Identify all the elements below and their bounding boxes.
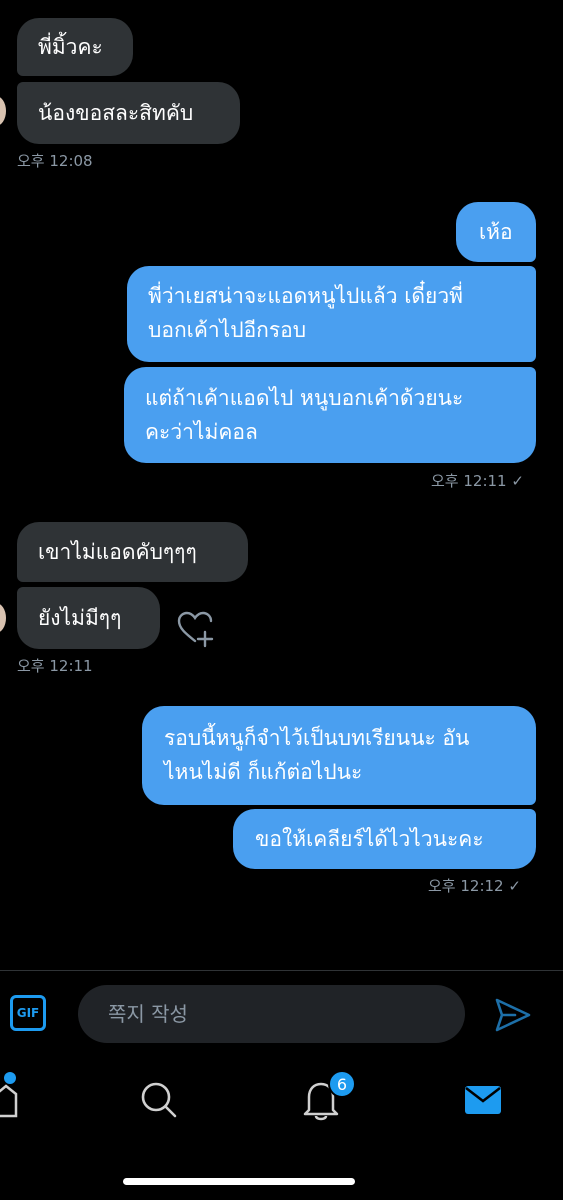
add-reaction-icon[interactable] (175, 608, 215, 648)
timestamp: 오후 12:08 (17, 152, 93, 170)
timestamp: 오후 12:12 ✓ (428, 877, 521, 895)
message-received[interactable]: ยังไม่มีๆๆ (17, 587, 160, 649)
home-indicator (123, 1178, 355, 1185)
message-line: บอกเค้าไปอีกรอบ (148, 318, 307, 342)
message-input[interactable]: 쪽지 작성 (78, 985, 465, 1043)
message-sent[interactable]: แต่ถ้าเค้าแอดไป หนูบอกเค้าด้วยนะ คะว่าไม… (124, 367, 536, 463)
home-icon[interactable] (0, 1080, 24, 1120)
gif-button[interactable]: GIF (10, 995, 46, 1031)
message-text: ยังไม่มีๆๆ (38, 606, 122, 630)
avatar[interactable] (0, 96, 6, 126)
notifications-badge: 6 (328, 1070, 356, 1098)
timestamp: 오후 12:11 ✓ (431, 472, 524, 490)
message-sent[interactable]: รอบนี้หนูก็จำไว้เป็นบทเรียนนะ อัน ไหนไม่… (142, 706, 536, 805)
message-received[interactable]: พี่มิ้วคะ (17, 18, 133, 76)
message-received[interactable]: น้องขอสละสิทคับ (17, 82, 240, 144)
message-text: เขาไม่แอดคับๆๆๆ (38, 540, 197, 564)
home-notification-dot (4, 1072, 16, 1084)
message-input-placeholder: 쪽지 작성 (108, 1002, 188, 1026)
avatar[interactable] (0, 603, 6, 633)
search-icon[interactable] (138, 1080, 178, 1120)
timestamp: 오후 12:11 (17, 657, 93, 675)
message-text: เห้อ (479, 220, 513, 244)
message-line: แต่ถ้าเค้าแอดไป หนูบอกเค้าด้วยนะ (145, 386, 464, 410)
send-icon[interactable] (493, 995, 533, 1035)
message-line: คะว่าไม่คอล (145, 420, 258, 444)
composer-divider (0, 970, 563, 971)
gif-icon: GIF (16, 1006, 40, 1020)
message-line: รอบนี้หนูก็จำไว้เป็นบทเรียนนะ อัน (164, 726, 470, 750)
message-received[interactable]: เขาไม่แอดคับๆๆๆ (17, 522, 248, 582)
message-sent[interactable]: ขอให้เคลียร์ได้ไวไวนะคะ (233, 809, 536, 869)
messages-icon[interactable] (463, 1083, 503, 1117)
message-sent[interactable]: พี่ว่าเยสน่าจะแอดหนูไปแล้ว เดี๋ยวพี่ บอก… (127, 266, 536, 362)
message-sent[interactable]: เห้อ (456, 202, 536, 262)
message-line: พี่ว่าเยสน่าจะแอดหนูไปแล้ว เดี๋ยวพี่ (148, 284, 463, 308)
message-text: พี่มิ้วคะ (38, 35, 103, 59)
message-text: น้องขอสละสิทคับ (38, 101, 194, 125)
message-text: ขอให้เคลียร์ได้ไวไวนะคะ (255, 827, 484, 851)
message-line: ไหนไม่ดี ก็แก้ต่อไปนะ (164, 760, 363, 784)
